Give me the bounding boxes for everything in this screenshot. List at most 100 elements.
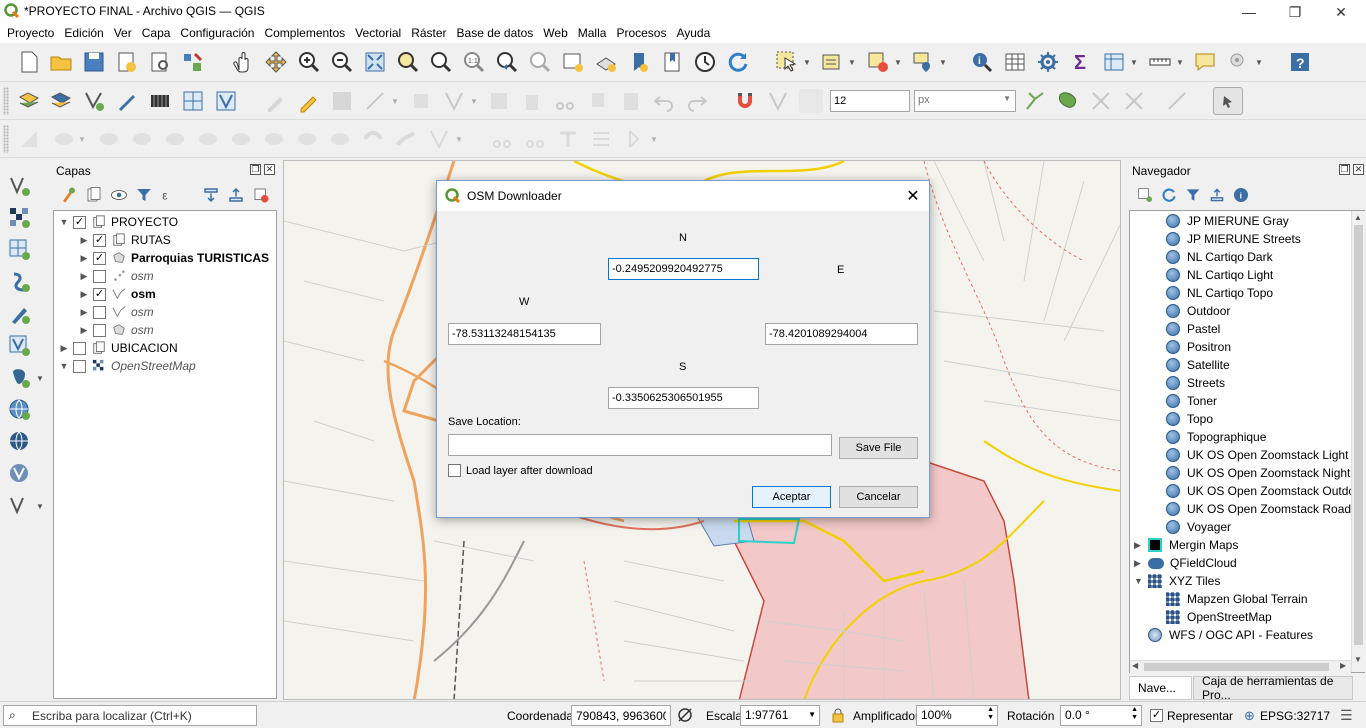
browser-item[interactable]: NL Cartiqo Topo: [1166, 284, 1273, 302]
self-snapping-icon[interactable]: [1089, 89, 1113, 113]
trace-digitizing-icon[interactable]: [1023, 89, 1047, 113]
add-arcgis-icon[interactable]: [8, 462, 32, 486]
expand-arrow-icon[interactable]: ▶: [78, 271, 90, 282]
save-edits-icon[interactable]: [330, 89, 354, 113]
accept-button[interactable]: Aceptar: [752, 486, 831, 508]
zoom-full-icon[interactable]: [363, 50, 387, 74]
rotate-point-symbols-icon[interactable]: [622, 127, 646, 151]
snap-tolerance-input[interactable]: [830, 90, 910, 112]
expand-arrow-icon[interactable]: ▶: [1134, 540, 1148, 551]
add-postgresql-icon[interactable]: [8, 366, 32, 390]
vertex-tool-icon[interactable]: [409, 89, 433, 113]
select-location-dropdown-icon[interactable]: ▼: [939, 50, 947, 74]
browser-item[interactable]: WFS / OGC API - Features: [1148, 626, 1313, 644]
expand-arrow-icon[interactable]: ▶: [78, 307, 90, 318]
undo-icon[interactable]: [652, 89, 676, 113]
select-by-value-icon[interactable]: [820, 50, 844, 74]
navigator-horizontal-scrollbar[interactable]: ◀ ▶: [1130, 660, 1351, 673]
merge-features-icon[interactable]: [556, 127, 580, 151]
add-wfs-icon[interactable]: [8, 398, 32, 422]
layer-visibility-checkbox[interactable]: [93, 233, 106, 247]
add-delimited-text-icon[interactable]: [8, 174, 32, 198]
enable-tracing-icon[interactable]: [1165, 89, 1189, 113]
lock-scale-icon[interactable]: [830, 707, 846, 723]
collapse-arrow-icon[interactable]: ▼: [58, 361, 70, 371]
reshape-feature-icon[interactable]: [361, 127, 385, 151]
add-selected-layers-icon[interactable]: [1137, 187, 1154, 204]
load-layer-checkbox[interactable]: [448, 464, 461, 477]
rotation-spinbox[interactable]: 0.0 ° ▲ ▼: [1060, 705, 1142, 726]
layer-row[interactable]: ▶ UBICACION: [58, 339, 178, 357]
postgresql-dropdown-icon[interactable]: ▼: [36, 366, 44, 390]
west-input[interactable]: [448, 323, 601, 345]
layer-visibility-checkbox[interactable]: [73, 215, 86, 229]
menu-proyecto[interactable]: Proyecto: [2, 24, 59, 43]
manage-visibility-icon[interactable]: [110, 186, 128, 204]
close-panel-icon[interactable]: ✕: [1353, 164, 1364, 175]
zoom-next-icon[interactable]: [528, 50, 552, 74]
add-part-icon[interactable]: [229, 127, 253, 151]
scroll-right-icon[interactable]: ▶: [1340, 661, 1346, 670]
browser-item[interactable]: Mapzen Global Terrain: [1166, 590, 1308, 608]
spinner-icon[interactable]: ▲ ▼: [1131, 706, 1138, 722]
identify-features-icon[interactable]: i: [970, 50, 994, 74]
split-features-icon[interactable]: [490, 127, 514, 151]
help-icon[interactable]: ?: [1288, 50, 1312, 74]
delete-selected-icon[interactable]: [520, 89, 544, 113]
layer-visibility-checkbox[interactable]: [73, 341, 86, 355]
scroll-up-icon[interactable]: ▲: [1354, 213, 1362, 222]
menu-malla[interactable]: Malla: [573, 24, 612, 43]
scroll-left-icon[interactable]: ◀: [1132, 661, 1138, 670]
zoom-native-icon[interactable]: 1:1: [462, 50, 486, 74]
select-dropdown-icon[interactable]: ▼: [803, 50, 811, 74]
advanced-digitizing-icon[interactable]: [17, 127, 41, 151]
toolbar-overflow-icon[interactable]: [1213, 87, 1243, 115]
copy-features-icon[interactable]: [586, 89, 610, 113]
vertex-editor-icon[interactable]: [442, 89, 466, 113]
add-ring-icon[interactable]: [196, 127, 220, 151]
browser-item[interactable]: ▶ QFieldCloud: [1134, 554, 1237, 572]
menu-vectorial[interactable]: Vectorial: [350, 24, 406, 43]
deselect-features-icon[interactable]: [866, 50, 890, 74]
text-annotation-icon[interactable]: [1227, 50, 1251, 74]
delete-ring-icon[interactable]: [295, 127, 319, 151]
south-input[interactable]: [608, 387, 759, 409]
select-features-icon[interactable]: [775, 50, 799, 74]
rotate-feature-icon[interactable]: [97, 127, 121, 151]
snap-vertex-icon[interactable]: [766, 89, 790, 113]
save-location-input[interactable]: [448, 434, 832, 456]
add-group-icon[interactable]: [85, 186, 103, 204]
deselect-dropdown-icon[interactable]: ▼: [894, 50, 902, 74]
properties-info-icon[interactable]: i: [1233, 187, 1250, 204]
menu-web[interactable]: Web: [538, 24, 572, 43]
reverse-dropdown-icon[interactable]: ▼: [455, 127, 463, 151]
close-panel-icon[interactable]: ✕: [264, 164, 275, 175]
refresh-icon[interactable]: [726, 50, 750, 74]
add-gpx-layer-icon[interactable]: [115, 89, 139, 113]
crs-globe-icon[interactable]: ⊕: [1244, 708, 1255, 724]
add-postgis-icon[interactable]: [8, 270, 32, 294]
show-bookmarks-icon[interactable]: [660, 50, 684, 74]
new-3d-view-icon[interactable]: [594, 50, 618, 74]
measure-dropdown-icon[interactable]: ▼: [1176, 50, 1184, 74]
filter-legend-icon[interactable]: [135, 186, 153, 204]
menu-capa[interactable]: Capa: [137, 24, 176, 43]
add-line-feature-icon[interactable]: [363, 89, 387, 113]
toolbar-grip[interactable]: [3, 87, 9, 115]
toggle-editing-icon[interactable]: [297, 89, 321, 113]
browser-item[interactable]: Positron: [1166, 338, 1231, 356]
filter-expression-icon[interactable]: ε: [160, 186, 178, 204]
tab-navegador[interactable]: Nave...: [1129, 676, 1192, 700]
menu-configuracion[interactable]: Configuración: [175, 24, 259, 43]
spinner-icon[interactable]: ▲ ▼: [987, 706, 994, 722]
redo-icon[interactable]: [685, 89, 709, 113]
collapse-arrow-icon[interactable]: ▼: [1134, 576, 1148, 586]
layer-row[interactable]: ▼ PROYECTO: [58, 213, 179, 231]
add-raster-icon[interactable]: [8, 238, 32, 262]
toggle-extents-icon[interactable]: [676, 706, 694, 724]
add-vector-tile-icon[interactable]: [8, 334, 32, 358]
dialog-close-button[interactable]: ✕: [899, 185, 927, 207]
cancel-button[interactable]: Cancelar: [839, 486, 918, 508]
modify-attributes-icon[interactable]: [487, 89, 511, 113]
save-file-button[interactable]: Save File: [839, 437, 918, 459]
